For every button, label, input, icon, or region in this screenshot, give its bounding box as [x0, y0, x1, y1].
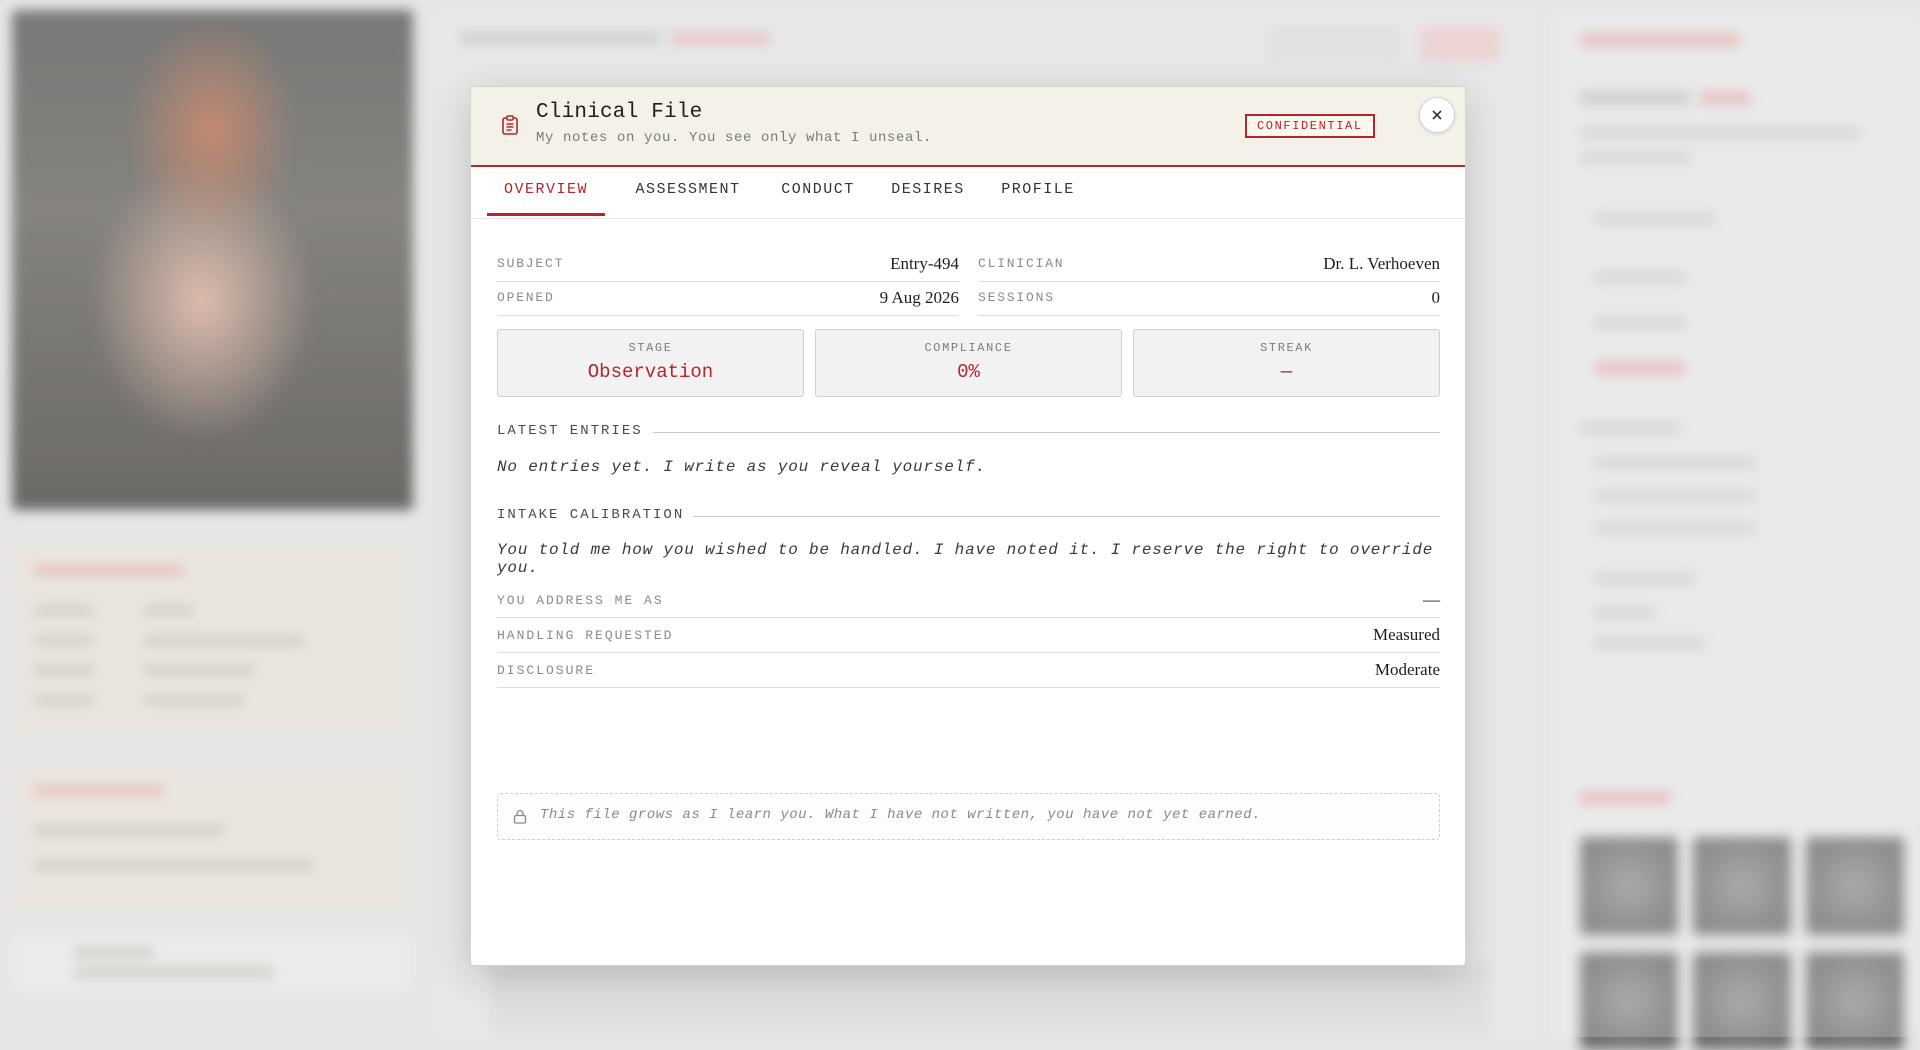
opened-label: OPENED: [497, 290, 555, 305]
compliance-value: 0%: [957, 361, 980, 383]
clinician-label: CLINICIAN: [978, 256, 1065, 271]
intake-heading: INTAKE CALIBRATION: [497, 507, 1440, 527]
latest-entries-title: LATEST ENTRIES: [497, 423, 653, 439]
sessions-label: SESSIONS: [978, 290, 1055, 305]
close-button[interactable]: [1419, 97, 1455, 133]
modal-subtitle: My notes on you. You see only what I uns…: [536, 130, 933, 146]
modal-title: Clinical File: [536, 101, 703, 124]
subject-value: Entry-494: [890, 254, 959, 273]
streak-label: STREAK: [1260, 341, 1313, 355]
address-row: YOU ADDRESS ME AS —: [497, 583, 1440, 618]
streak-stat: STREAK —: [1133, 329, 1440, 397]
tab-bar: OVERVIEW ASSESSMENT CONDUCT DESIRES PROF…: [471, 167, 1465, 219]
clinical-file-modal: Clinical File My notes on you. You see o…: [470, 86, 1466, 966]
sessions-row: SESSIONS 0: [978, 281, 1440, 316]
intake-text: You told me how you wished to be handled…: [497, 541, 1434, 577]
address-label: YOU ADDRESS ME AS: [497, 593, 664, 608]
file-notice: This file grows as I learn you. What I h…: [497, 793, 1440, 840]
sessions-value: 0: [1431, 288, 1441, 307]
tab-assessment[interactable]: ASSESSMENT: [621, 167, 755, 216]
intake-title: INTAKE CALIBRATION: [497, 507, 695, 523]
disclosure-value: Moderate: [1374, 660, 1440, 679]
compliance-stat: COMPLIANCE 0%: [815, 329, 1122, 397]
opened-value: 9 Aug 2026: [879, 288, 959, 307]
subject-row: SUBJECT Entry-494: [497, 247, 959, 282]
stage-value: Observation: [587, 361, 714, 383]
modal-header: Clinical File My notes on you. You see o…: [471, 87, 1465, 167]
latest-entries-heading: LATEST ENTRIES: [497, 423, 1440, 443]
notice-text: This file grows as I learn you. What I h…: [540, 807, 1262, 823]
latest-entries-text: No entries yet. I write as you reveal yo…: [497, 458, 986, 476]
address-value: —: [1423, 590, 1440, 609]
tab-profile[interactable]: PROFILE: [991, 167, 1085, 216]
handling-row: HANDLING REQUESTED Measured: [497, 618, 1440, 653]
confidential-badge: CONFIDENTIAL: [1245, 114, 1375, 138]
close-icon: [1432, 110, 1442, 120]
clinician-value: Dr. L. Verhoeven: [1323, 254, 1440, 273]
disclosure-row: DISCLOSURE Moderate: [497, 653, 1440, 688]
clinician-row: CLINICIAN Dr. L. Verhoeven: [978, 247, 1440, 282]
stage-stat: STAGE Observation: [497, 329, 804, 397]
lock-icon: [513, 809, 527, 824]
clipboard-icon: [502, 115, 518, 135]
handling-value: Measured: [1372, 625, 1440, 644]
subject-label: SUBJECT: [497, 256, 565, 271]
compliance-label: COMPLIANCE: [924, 341, 1013, 355]
handling-label: HANDLING REQUESTED: [497, 628, 674, 643]
streak-value: —: [1280, 361, 1293, 383]
tab-overview[interactable]: OVERVIEW: [487, 167, 605, 216]
disclosure-label: DISCLOSURE: [497, 663, 596, 678]
stage-label: STAGE: [628, 341, 673, 355]
opened-row: OPENED 9 Aug 2026: [497, 281, 959, 316]
tab-desires[interactable]: DESIRES: [881, 167, 975, 216]
tab-conduct[interactable]: CONDUCT: [771, 167, 865, 216]
